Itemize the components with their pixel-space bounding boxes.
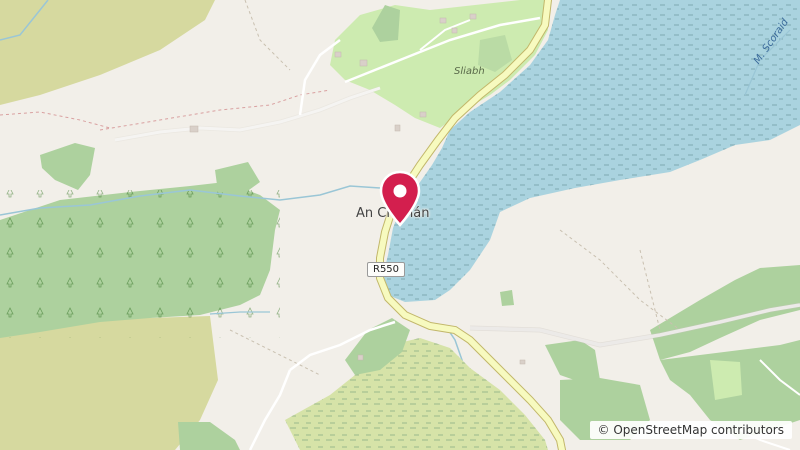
map-view[interactable]: An Clochán Sliabh M. Scoraid R550 © Open…: [0, 0, 800, 450]
road-shield-r550: R550: [367, 262, 406, 277]
map-pin-icon[interactable]: [378, 170, 422, 228]
place-label-locality: Sliabh: [454, 66, 485, 77]
map-attribution[interactable]: © OpenStreetMap contributors: [589, 421, 792, 439]
